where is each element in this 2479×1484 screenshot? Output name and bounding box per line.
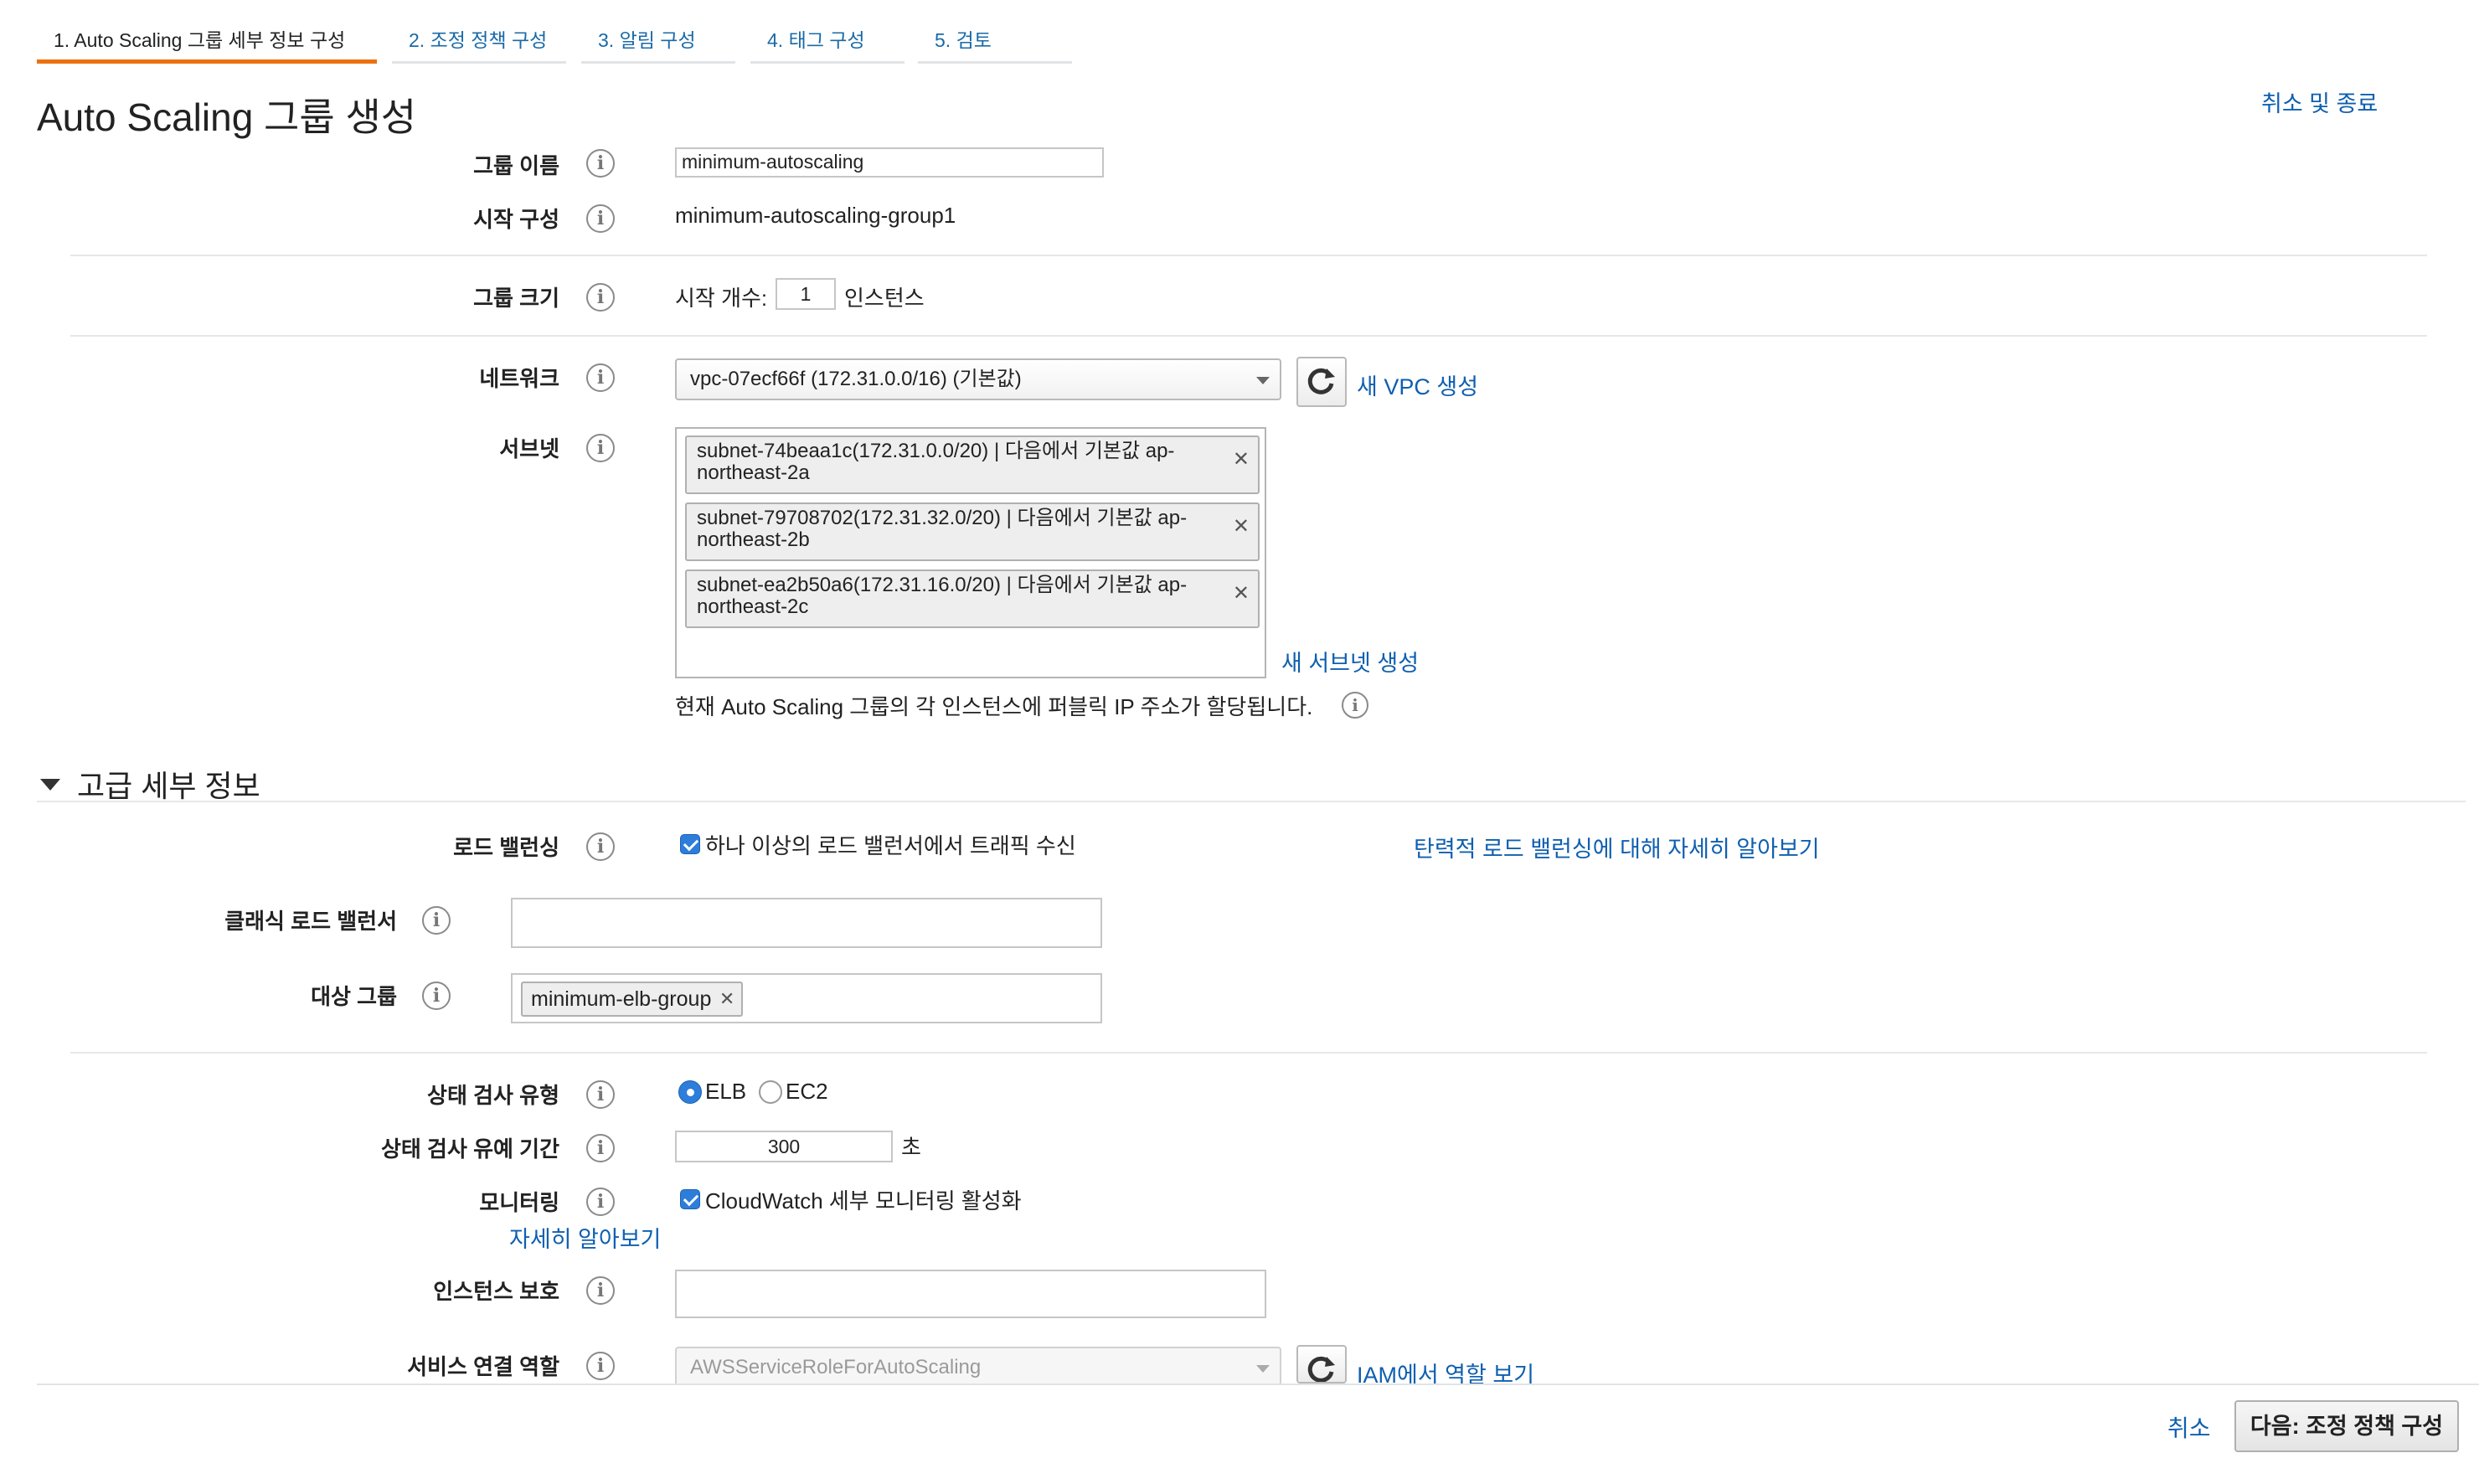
group-size-input[interactable]: 1: [776, 278, 836, 310]
health-check-grace-unit: 초: [901, 1135, 921, 1160]
service-role-label: 서비스 연결 역할: [407, 1354, 559, 1379]
health-check-grace-label: 상태 검사 유예 기간: [380, 1136, 559, 1162]
info-icon[interactable]: i: [586, 1080, 615, 1109]
subnet-label: 서브넷: [499, 436, 559, 461]
info-icon[interactable]: i: [586, 149, 615, 178]
refresh-icon: [1307, 368, 1335, 394]
group-name-input[interactable]: minimum-autoscaling: [675, 147, 1104, 178]
network-select[interactable]: vpc-07ecf66f (172.31.0.0/16) (기본값): [675, 358, 1281, 400]
info-icon[interactable]: i: [422, 982, 451, 1010]
info-icon[interactable]: i: [1342, 692, 1368, 719]
footer-bar: [0, 1384, 2479, 1484]
group-size-suffix: 인스턴스: [844, 286, 925, 311]
footer-divider: [37, 1384, 2479, 1385]
divider: [70, 255, 2427, 256]
group-size-label: 그룹 크기: [473, 286, 559, 311]
chevron-down-icon: [1256, 377, 1270, 384]
health-check-grace-input[interactable]: 300: [675, 1131, 893, 1162]
service-role-select-value: AWSServiceRoleForAutoScaling: [690, 1356, 982, 1378]
classic-lb-label: 클래식 로드 밸런서: [224, 909, 397, 934]
monitoring-label: 모니터링: [479, 1190, 559, 1215]
launch-config-label: 시작 구성: [473, 207, 559, 232]
load-balancing-checkbox-label[interactable]: 하나 이상의 로드 밸런서에서 트래픽 수신: [705, 829, 1076, 860]
divider: [70, 1052, 2427, 1054]
subnet-chip-text: northeast-2c: [697, 595, 809, 618]
health-check-ec2-radio[interactable]: [759, 1080, 782, 1104]
page-title: Auto Scaling 그룹 생성: [37, 95, 417, 139]
cancel-and-exit-link[interactable]: 취소 및 종료: [2261, 85, 2378, 118]
refresh-role-button[interactable]: [1296, 1345, 1347, 1384]
subnet-multiselect[interactable]: subnet-74beaa1c(172.31.0.0/20) | 다음에서 기본…: [675, 427, 1266, 678]
subnet-chip-text: northeast-2a: [697, 461, 810, 484]
group-size-prefix: 시작 개수:: [675, 286, 768, 311]
caret-down-icon[interactable]: [40, 779, 60, 791]
info-icon[interactable]: i: [586, 434, 615, 462]
load-balancing-checkbox[interactable]: [680, 834, 700, 854]
health-check-type-label: 상태 검사 유형: [427, 1083, 559, 1108]
close-icon[interactable]: ✕: [1233, 516, 1250, 538]
advanced-details-heading[interactable]: 고급 세부 정보: [77, 762, 260, 806]
tab-configure-group-details[interactable]: 1. Auto Scaling 그룹 세부 정보 구성: [37, 23, 377, 64]
info-icon[interactable]: i: [586, 204, 615, 233]
tab-review[interactable]: 5. 검토: [918, 23, 1072, 64]
tab-tags[interactable]: 4. 태그 구성: [750, 23, 904, 64]
public-ip-note: 현재 Auto Scaling 그룹의 각 인스턴스에 퍼블릭 IP 주소가 할…: [675, 694, 1313, 719]
network-label: 네트워크: [479, 366, 559, 391]
monitoring-checkbox-label[interactable]: CloudWatch 세부 모니터링 활성화: [705, 1184, 1022, 1215]
target-group-input[interactable]: minimum-elb-group ✕: [511, 973, 1102, 1023]
group-name-label: 그룹 이름: [473, 153, 559, 178]
tab-notifications[interactable]: 3. 알림 구성: [581, 23, 735, 64]
network-select-value: vpc-07ecf66f (172.31.0.0/16) (기본값): [690, 368, 1022, 390]
subnet-chip-text: subnet-79708702(172.31.32.0/20) | 다음에서 기…: [697, 507, 1188, 529]
cancel-button[interactable]: 취소: [2167, 1410, 2211, 1444]
info-icon[interactable]: i: [422, 906, 451, 935]
health-check-elb-radio[interactable]: [678, 1080, 702, 1104]
target-group-label: 대상 그룹: [311, 984, 397, 1009]
info-icon[interactable]: i: [586, 832, 615, 861]
tab-scaling-policies[interactable]: 2. 조정 정책 구성: [392, 23, 566, 64]
create-subnet-link[interactable]: 새 서브넷 생성: [1281, 645, 1419, 678]
subnet-chip-text: northeast-2b: [697, 528, 810, 551]
info-icon[interactable]: i: [586, 1134, 615, 1162]
classic-lb-input[interactable]: [511, 898, 1102, 948]
subnet-chip: subnet-ea2b50a6(172.31.16.0/20) | 다음에서 기…: [685, 569, 1260, 628]
target-group-chip-text: minimum-elb-group: [531, 987, 712, 1011]
monitoring-checkbox[interactable]: [680, 1189, 700, 1209]
launch-config-value: minimum-autoscaling-group1: [675, 203, 956, 228]
close-icon[interactable]: ✕: [1233, 583, 1250, 605]
instance-protection-label: 인스턴스 보호: [433, 1279, 559, 1304]
load-balancing-label: 로드 밸런싱: [453, 835, 559, 860]
close-icon[interactable]: ✕: [1233, 449, 1250, 471]
info-icon[interactable]: i: [586, 1188, 615, 1216]
instance-protection-select[interactable]: [675, 1270, 1266, 1318]
info-icon[interactable]: i: [586, 1276, 615, 1305]
info-icon[interactable]: i: [586, 283, 615, 312]
subnet-chip: subnet-79708702(172.31.32.0/20) | 다음에서 기…: [685, 502, 1260, 561]
subnet-chip-text: subnet-ea2b50a6(172.31.16.0/20) | 다음에서 기…: [697, 574, 1188, 596]
close-icon[interactable]: ✕: [719, 983, 734, 1015]
info-icon[interactable]: i: [586, 1352, 615, 1380]
elb-learn-more-link[interactable]: 탄력적 로드 밸런싱에 대해 자세히 알아보기: [1414, 831, 1820, 863]
chevron-down-icon: [1256, 1365, 1270, 1373]
next-configure-scaling-policies-button[interactable]: 다음: 조정 정책 구성: [2234, 1400, 2459, 1452]
divider: [70, 335, 2427, 337]
refresh-icon: [1307, 1356, 1335, 1382]
monitoring-learn-more-link[interactable]: 자세히 알아보기: [509, 1221, 661, 1254]
service-role-select[interactable]: AWSServiceRoleForAutoScaling: [675, 1347, 1281, 1389]
health-check-ec2-label[interactable]: EC2: [786, 1079, 828, 1105]
divider: [37, 801, 2466, 802]
subnet-chip: subnet-74beaa1c(172.31.0.0/20) | 다음에서 기본…: [685, 435, 1260, 494]
target-group-chip: minimum-elb-group ✕: [521, 982, 744, 1017]
health-check-elb-label[interactable]: ELB: [705, 1079, 746, 1105]
info-icon[interactable]: i: [586, 363, 615, 392]
refresh-network-button[interactable]: [1296, 357, 1347, 407]
create-vpc-link[interactable]: 새 VPC 생성: [1357, 368, 1478, 401]
subnet-chip-text: subnet-74beaa1c(172.31.0.0/20) | 다음에서 기본…: [697, 440, 1175, 462]
